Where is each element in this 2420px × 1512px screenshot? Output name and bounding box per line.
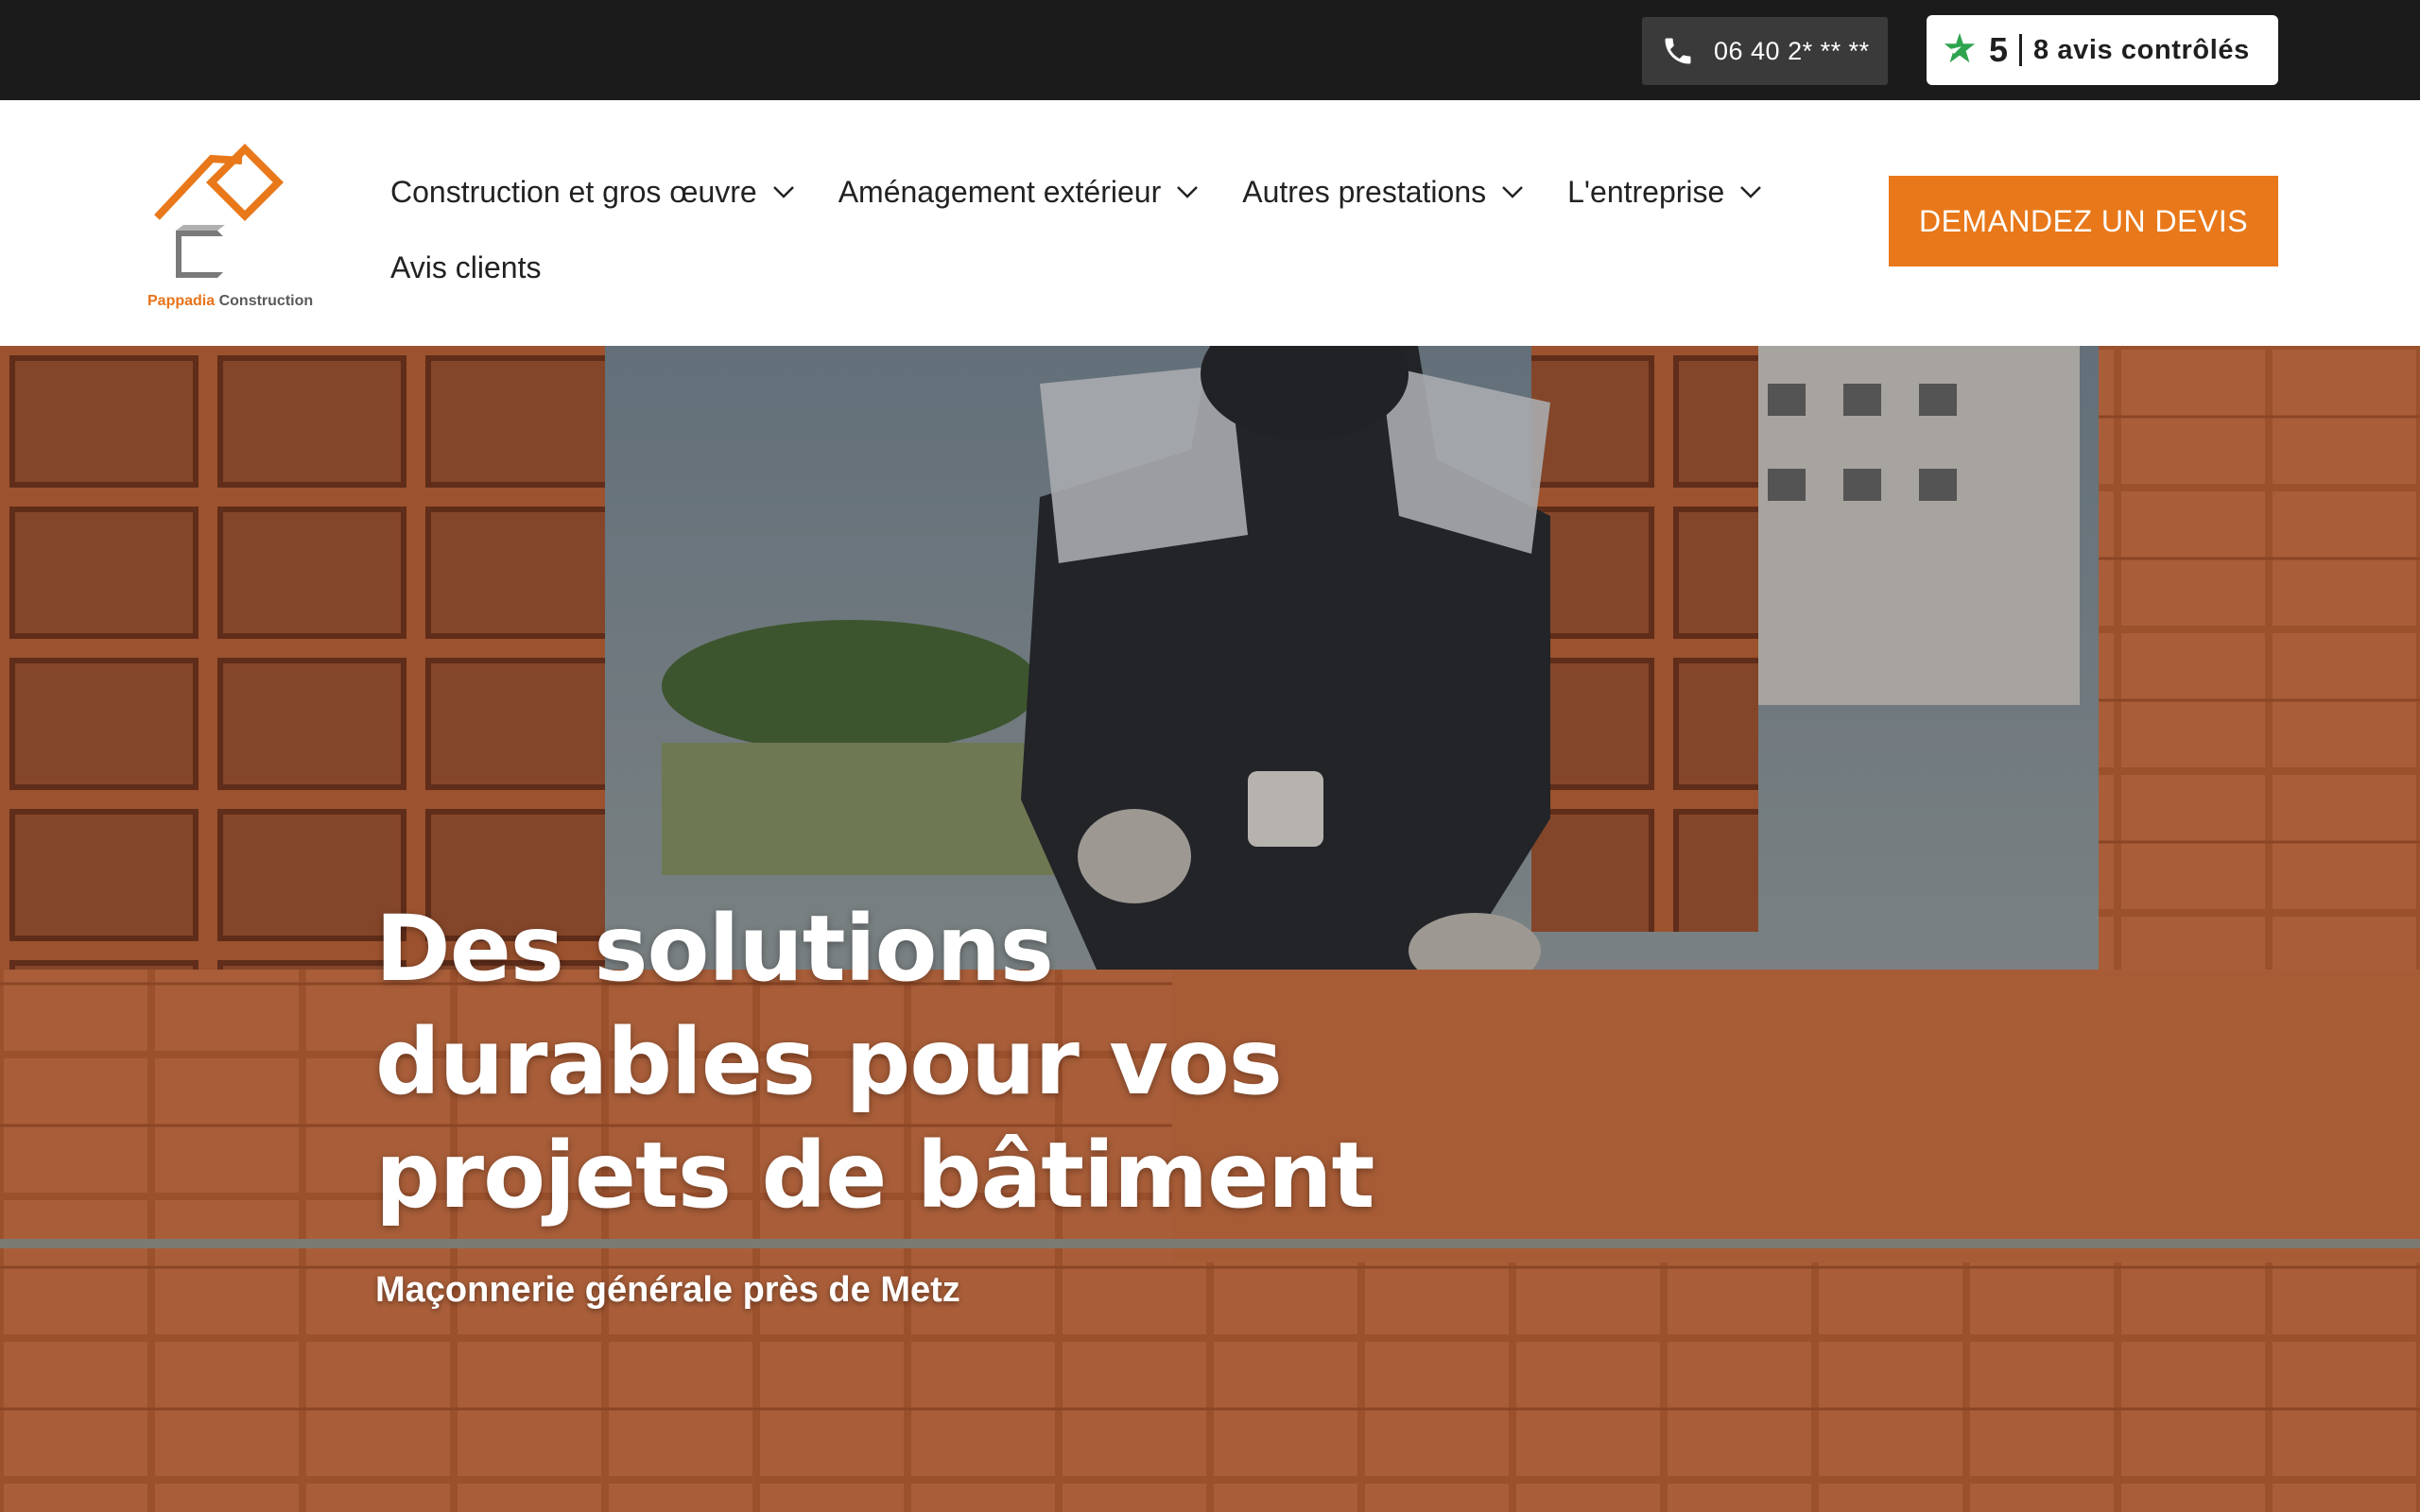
hero-section: Des solutions durables pour vos projets … xyxy=(0,346,2420,1512)
nav-label: L'entreprise xyxy=(1567,174,1725,209)
chevron-down-icon xyxy=(1177,186,1199,198)
review-score: 5 xyxy=(1989,30,2009,69)
nav-item-entreprise[interactable]: L'entreprise xyxy=(1567,175,1762,210)
hero-subtitle: Maçonnerie générale près de Metz xyxy=(375,1270,960,1310)
nav-item-avis[interactable]: Avis clients xyxy=(390,250,541,285)
phone-icon xyxy=(1659,32,1697,70)
nav-item-amenagement[interactable]: Aménagement extérieur xyxy=(838,175,1200,210)
review-divider xyxy=(2019,34,2023,66)
hero-title-line-3: projets de bâtiment xyxy=(375,1123,1374,1228)
nav-label: Avis clients xyxy=(390,249,542,284)
nav-item-construction[interactable]: Construction et gros œuvre xyxy=(390,175,795,210)
review-star-icon xyxy=(1942,30,1978,71)
logo-brand-2: Construction xyxy=(218,293,314,309)
nav-label: Aménagement extérieur xyxy=(838,174,1162,209)
reviews-badge[interactable]: 5 8 avis contrôlés xyxy=(1927,15,2278,85)
hero-title: Des solutions durables pour vos projets … xyxy=(375,892,1415,1232)
chevron-down-icon xyxy=(1502,186,1524,198)
logo-brand-1: Pappadia xyxy=(147,293,216,309)
chevron-down-icon xyxy=(1740,186,1762,198)
main-nav: Construction et gros œuvre Aménagement e… xyxy=(390,159,1808,301)
phone-number: 06 40 2* ** ** xyxy=(1714,36,1870,65)
main-header: Pappadia Construction Construction et gr… xyxy=(0,100,2420,346)
nav-item-autres[interactable]: Autres prestations xyxy=(1242,175,1524,210)
phone-link[interactable]: 06 40 2* ** ** xyxy=(1642,17,1888,85)
nav-label: Autres prestations xyxy=(1242,174,1487,209)
review-count: 8 avis contrôlés xyxy=(2033,34,2250,65)
chevron-down-icon xyxy=(772,186,794,198)
quote-request-button[interactable]: DEMANDEZ UN DEVIS xyxy=(1889,176,2278,266)
top-bar: 06 40 2* ** ** 5 8 avis contrôlés xyxy=(0,0,2420,100)
logo-wordmark: Pappadia Construction xyxy=(147,293,313,310)
hero-title-line-2: durables pour vos xyxy=(375,1009,1283,1115)
site-logo[interactable]: Pappadia Construction xyxy=(142,127,331,320)
hero-title-line-1: Des solutions xyxy=(375,896,1054,1002)
logo-house-icon xyxy=(154,143,285,278)
nav-label: Construction et gros œuvre xyxy=(390,174,757,209)
